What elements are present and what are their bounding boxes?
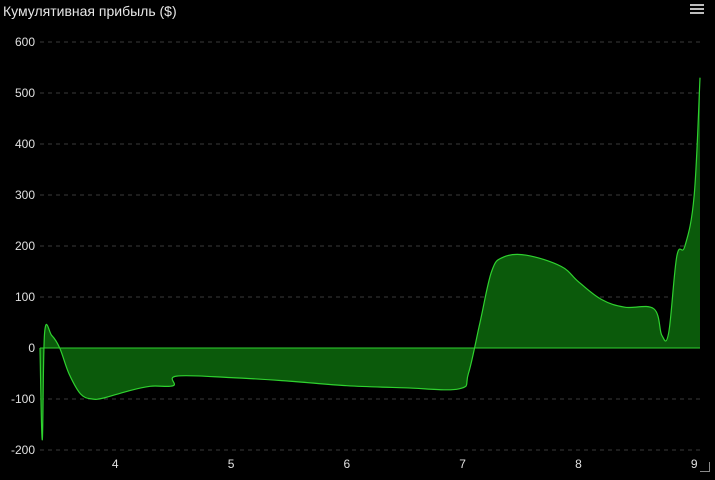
y-tick-label: 400 — [15, 137, 35, 151]
x-tick-label: 5 — [228, 457, 235, 471]
resize-handle-icon[interactable] — [700, 462, 710, 472]
area-layer — [39, 77, 701, 441]
y-tick-label: -100 — [11, 392, 35, 406]
x-tick-label: 4 — [112, 457, 119, 471]
chart-panel: Кумулятивная прибыль ($) -200 -100 0 100 200… — [0, 0, 715, 480]
y-tick-label: 0 — [28, 341, 35, 355]
x-tick-label: 6 — [343, 457, 350, 471]
profit-area-fill — [40, 77, 700, 440]
y-tick-label: -200 — [11, 443, 35, 457]
y-tick-label: 300 — [15, 188, 35, 202]
y-tick-label: 100 — [15, 290, 35, 304]
x-tick-label: 9 — [691, 457, 698, 471]
y-tick-label: 500 — [15, 86, 35, 100]
label-layer: -200 -100 0 100 200 300 400 500 600 4 5 6 7 8 9 — [11, 35, 698, 471]
cumulative-profit-chart: -200 -100 0 100 200 300 400 500 600 4 5 6 7 8 9 — [11, 35, 701, 471]
x-tick-label: 7 — [459, 457, 466, 471]
x-tick-label: 8 — [575, 457, 582, 471]
y-tick-label: 600 — [15, 35, 35, 49]
y-tick-label: 200 — [15, 239, 35, 253]
